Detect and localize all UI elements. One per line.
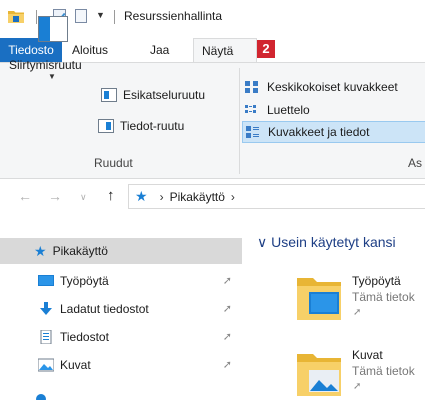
details-pane-button[interactable]: Tiedot-ruutu [98, 115, 184, 137]
tile-location: Tämä tietok [352, 364, 415, 378]
tile-location: Tämä tietok [352, 290, 415, 304]
tab-share[interactable]: Jaa [150, 38, 169, 62]
back-arrow-icon[interactable]: ← [18, 188, 32, 204]
up-arrow-icon[interactable]: ↑ [107, 187, 115, 204]
list-icon [245, 104, 259, 117]
preview-pane-icon [101, 88, 117, 102]
ribbon-separator [239, 68, 240, 174]
tile-name: Kuvat [352, 348, 383, 362]
folder-icon [8, 11, 24, 23]
address-bar[interactable]: ★ › Pikakäyttö › [128, 184, 425, 209]
layout-group-label: As [408, 156, 423, 170]
pin-icon[interactable]: ➚ [223, 302, 232, 315]
details-pane-icon [98, 119, 114, 133]
pin-icon[interactable]: ➚ [223, 358, 232, 371]
medium-icons-icon [245, 80, 259, 94]
toolbar-separator [114, 10, 115, 24]
document-icon [40, 330, 52, 344]
layout-tiles[interactable]: Kuvakkeet ja tiedot [242, 121, 425, 143]
quick-access-star-icon: ★ [135, 188, 148, 204]
sidebar-item-documents[interactable]: Tiedostot ➚ [0, 324, 242, 350]
navigation-pane-label: Siirtymisruutu [9, 58, 82, 72]
chevron-down-icon: ▼ [48, 72, 56, 81]
folder-icon [297, 354, 341, 396]
sidebar-item-label: Ladatut tiedostot [60, 302, 149, 316]
tab-view[interactable]: Näytä [193, 38, 257, 64]
step-badge: 2 [257, 40, 275, 58]
sidebar-item-downloads[interactable]: Ladatut tiedostot ➚ [0, 296, 242, 322]
recent-locations-chevron-icon[interactable]: ∨ [80, 192, 87, 203]
pin-icon[interactable]: ➚ [223, 274, 232, 287]
forward-arrow-icon[interactable]: → [48, 188, 62, 204]
layout-medium-icons-label: Keskikokoiset kuvakkeet [267, 80, 398, 94]
breadcrumb-quick-access[interactable]: Pikakäyttö [170, 190, 225, 204]
navigation-pane-icon [38, 16, 68, 42]
sidebar-item-quick-access[interactable]: ★ Pikakäyttö [0, 238, 242, 264]
sidebar-item-label: Kuvat [60, 358, 91, 372]
desktop-icon [38, 275, 54, 286]
content-area: ∨ Usein käytetyt kansi Työpöytä Tämä tie… [245, 214, 425, 400]
breadcrumb-chevron-icon[interactable]: › [160, 190, 164, 204]
chevron-down-icon: ∨ [257, 234, 268, 250]
folder-icon [297, 278, 341, 320]
new-folder-icon[interactable] [75, 9, 87, 23]
breadcrumb-chevron-icon[interactable]: › [231, 190, 235, 204]
sidebar-item-label: Tiedostot [60, 330, 109, 344]
customize-toolbar-dropdown-icon[interactable]: ▼ [96, 10, 108, 24]
download-arrow-icon [40, 302, 52, 315]
onedrive-icon [36, 394, 46, 400]
pin-icon: ➚ [353, 381, 362, 392]
pin-icon: ➚ [353, 307, 362, 318]
toolbar-separator [36, 10, 37, 24]
layout-tiles-label: Kuvakkeet ja tiedot [268, 125, 370, 139]
sidebar-item-label: Työpöytä [60, 274, 109, 288]
details-pane-label: Tiedot-ruutu [120, 119, 185, 133]
section-title: Usein käytetyt kansi [271, 234, 396, 250]
sidebar-item-desktop[interactable]: Työpöytä ➚ [0, 268, 242, 294]
sidebar-item-label: Pikakäyttö [52, 244, 108, 258]
tile-name: Työpöytä [352, 274, 401, 288]
layout-list-label: Luettelo [267, 103, 310, 117]
sidebar-item-pictures[interactable]: Kuvat ➚ [0, 352, 242, 378]
quick-access-star-icon: ★ [34, 242, 47, 259]
layout-list[interactable]: Luettelo [242, 99, 425, 121]
pin-icon[interactable]: ➚ [223, 330, 232, 343]
navigation-pane: ★ Pikakäyttö Työpöytä ➚ Ladatut tiedosto… [0, 214, 245, 400]
tiles-icon [246, 125, 260, 139]
window-title: Resurssienhallinta [124, 9, 223, 23]
preview-pane-label: Esikatseluruutu [123, 88, 206, 102]
preview-pane-button[interactable]: Esikatseluruutu [101, 84, 205, 106]
panes-group-label: Ruudut [94, 156, 133, 170]
address-row: ← → ∨ ↑ ★ › Pikakäyttö › [0, 180, 425, 214]
frequent-folders-header[interactable]: ∨ Usein käytetyt kansi [257, 234, 396, 251]
layout-medium-icons[interactable]: Keskikokoiset kuvakkeet [242, 76, 425, 98]
pictures-icon [38, 358, 54, 372]
